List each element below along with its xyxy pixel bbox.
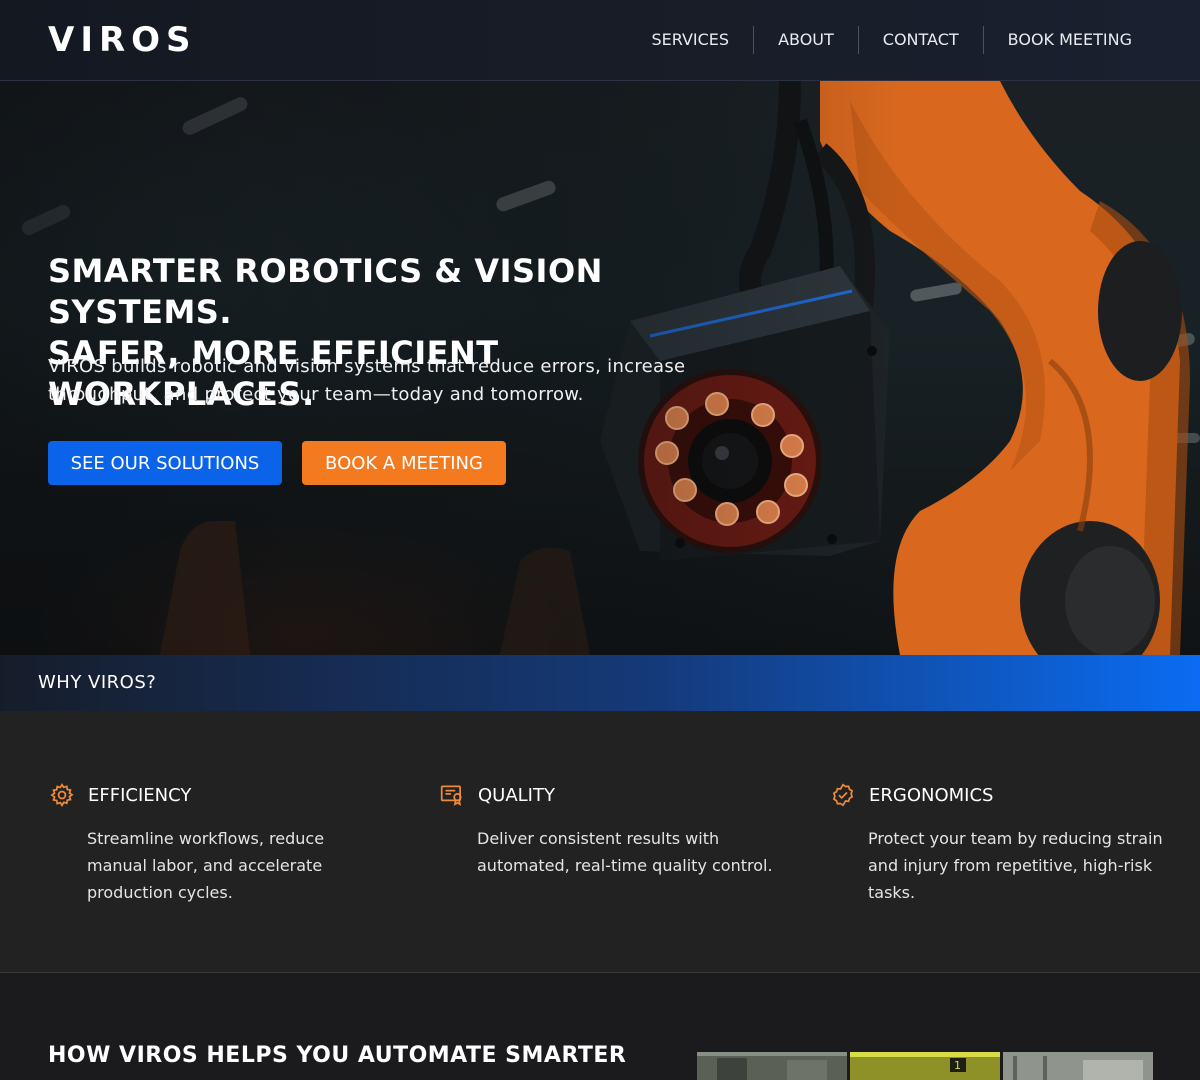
features-section: EFFICIENCY Streamline workflows, reduce … bbox=[0, 711, 1200, 973]
site-header: VIROS SERVICES ABOUT CONTACT BOOK MEETIN… bbox=[0, 0, 1200, 81]
hero-subtitle-line-2: throughput, and protect your team—today … bbox=[48, 384, 584, 405]
nav-book-meeting[interactable]: BOOK MEETING bbox=[984, 26, 1156, 54]
hero-subtitle: VIROS builds robotic and vision systems … bbox=[48, 353, 748, 409]
why-viros-heading: WHY VIROS? bbox=[38, 672, 157, 693]
see-solutions-button[interactable]: SEE OUR SOLUTIONS bbox=[48, 441, 282, 485]
feature-description: Protect your team by reducing strain and… bbox=[868, 829, 1163, 902]
feature-quality: QUALITY Deliver consistent results with … bbox=[438, 781, 778, 879]
gear-icon bbox=[48, 781, 76, 809]
feature-title: EFFICIENCY bbox=[88, 784, 192, 806]
hero-section: SMARTER ROBOTICS & VISION SYSTEMS. SAFER… bbox=[0, 81, 1200, 655]
feature-description: Streamline workflows, reduce manual labo… bbox=[87, 829, 325, 902]
certificate-icon bbox=[438, 781, 466, 809]
section-title: HOW VIROS HELPS YOU AUTOMATE SMARTER bbox=[48, 1043, 627, 1068]
nav-services[interactable]: SERVICES bbox=[627, 26, 753, 54]
factory-image-strip: 1 bbox=[697, 1052, 1153, 1080]
main-nav: SERVICES ABOUT CONTACT BOOK MEETING bbox=[627, 26, 1156, 54]
why-viros-bar: WHY VIROS? bbox=[0, 655, 1200, 711]
book-meeting-button[interactable]: BOOK A MEETING bbox=[302, 441, 506, 485]
factory-image bbox=[697, 1052, 847, 1080]
factory-image: 1 bbox=[850, 1052, 1000, 1080]
check-badge-icon bbox=[829, 781, 857, 809]
viros-logo[interactable]: VIROS bbox=[48, 22, 197, 58]
nav-contact[interactable]: CONTACT bbox=[859, 26, 983, 54]
svg-text:1: 1 bbox=[954, 1059, 961, 1072]
hero-headline-line-1: SMARTER ROBOTICS & VISION SYSTEMS. bbox=[48, 252, 603, 331]
logo-text: VIROS bbox=[48, 20, 197, 60]
factory-image bbox=[1003, 1052, 1153, 1080]
nav-about[interactable]: ABOUT bbox=[754, 26, 858, 54]
feature-title: ERGONOMICS bbox=[869, 784, 994, 806]
how-viros-helps-section: HOW VIROS HELPS YOU AUTOMATE SMARTER 1 bbox=[0, 973, 1200, 1080]
feature-efficiency: EFFICIENCY Streamline workflows, reduce … bbox=[48, 781, 388, 906]
feature-ergonomics: ERGONOMICS Protect your team by reducing… bbox=[829, 781, 1169, 906]
feature-description: Deliver consistent results with automate… bbox=[477, 829, 773, 875]
hero-subtitle-line-1: VIROS builds robotic and vision systems … bbox=[48, 356, 686, 377]
feature-title: QUALITY bbox=[478, 784, 555, 806]
